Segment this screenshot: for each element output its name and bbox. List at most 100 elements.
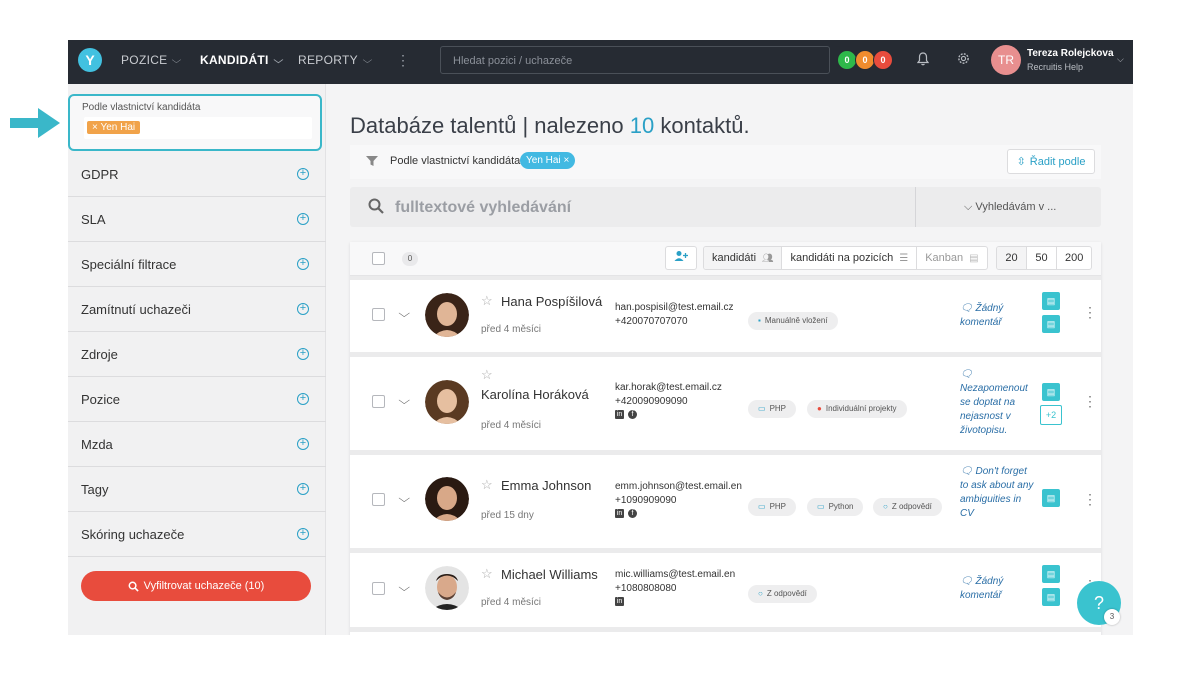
tab-kanban[interactable]: Kanban ▤ (917, 247, 986, 269)
document-icon[interactable]: ▤ (1042, 383, 1060, 401)
chevron-down-icon[interactable]: ⌵ (1117, 54, 1124, 65)
candidate-tag[interactable]: ▪ Manuálně vložení (748, 312, 838, 330)
candidate-phone[interactable]: +420090909090 (615, 396, 688, 407)
tab-candidates[interactable]: kandidáti 👥︎ (704, 247, 783, 269)
star-icon[interactable]: ☆ (481, 293, 493, 309)
filter-sources[interactable]: Zdroje + (68, 332, 326, 377)
plus-circle-icon[interactable]: + (297, 348, 309, 360)
document-icon[interactable]: ▤ (1042, 292, 1060, 310)
logo-icon[interactable]: Y (78, 48, 102, 72)
candidate-tag[interactable]: ○ Z odpovědí (873, 498, 942, 516)
status-badge-red[interactable]: 0 (873, 50, 893, 70)
filter-sla[interactable]: SLA + (68, 197, 326, 242)
candidate-tag[interactable]: ▭ PHP (748, 400, 797, 418)
candidate-tag[interactable]: ▭ Python (807, 498, 864, 516)
table-row[interactable]: ⌵ ☆ Karolína Horáková před 4 měsíci kar.… (350, 357, 1101, 450)
star-icon[interactable]: ☆ (481, 477, 493, 493)
filter-salary[interactable]: Mzda + (68, 422, 326, 467)
candidate-comment[interactable]: 🗨︎ Žádný komentář (960, 302, 1035, 330)
status-badge-green[interactable]: 0 (837, 50, 857, 70)
plus-circle-icon[interactable]: + (297, 393, 309, 405)
candidate-name[interactable]: Emma Johnson (501, 478, 591, 493)
user-name[interactable]: Tereza Rolejckova (1027, 48, 1114, 59)
status-badge-orange[interactable]: 0 (855, 50, 875, 70)
filter-scoring[interactable]: Skóring uchazeče + (68, 512, 326, 557)
nav-pozice[interactable]: POZICE ⌵ (121, 53, 182, 67)
plus-circle-icon[interactable]: + (297, 483, 309, 495)
document-icon[interactable]: ▤ (1042, 588, 1060, 606)
candidate-email[interactable]: emm.johnson@test.email.en (615, 481, 742, 492)
candidate-name[interactable]: Michael Williams (501, 567, 598, 582)
facebook-icon[interactable]: f (628, 410, 637, 419)
table-row[interactable]: ⌵ ☆ Hana Pospíšilová před 4 měsíci han.p… (350, 280, 1101, 352)
add-candidate-button[interactable] (665, 246, 697, 270)
global-search-input[interactable]: Hledat pozici / uchazeče (440, 46, 830, 74)
linkedin-icon[interactable]: in (615, 597, 624, 606)
candidate-photo[interactable] (425, 293, 469, 337)
filter-rejected[interactable]: Zamítnutí uchazeči + (68, 287, 326, 332)
sort-button[interactable]: ⇳ Řadit podle (1007, 149, 1095, 174)
candidate-photo[interactable] (425, 380, 469, 424)
linkedin-icon[interactable]: in (615, 410, 624, 419)
avatar[interactable]: TR (991, 45, 1021, 75)
active-filter-tag[interactable]: Yen Hai × (520, 152, 576, 169)
document-icon[interactable]: ▤ (1042, 565, 1060, 583)
candidate-phone[interactable]: +1090909090 (615, 495, 676, 506)
more-vertical-icon[interactable]: ⋮ (1083, 304, 1097, 321)
table-row[interactable]: ⌵ ☆ Michael Williams před 4 měsíci mic.w… (350, 553, 1101, 627)
candidate-photo[interactable] (425, 566, 469, 610)
candidate-email[interactable]: mic.williams@test.email.en (615, 569, 735, 580)
chevron-down-icon[interactable]: ⌵ (398, 582, 410, 595)
fulltext-search-input[interactable]: fulltextové vyhledávání (395, 199, 571, 217)
candidate-tag[interactable]: ● Individuální projekty (807, 400, 907, 418)
chevron-down-icon[interactable]: ⌵ (398, 395, 410, 408)
more-vertical-icon[interactable]: ⋮ (1083, 491, 1097, 508)
filter-positions[interactable]: Pozice + (68, 377, 326, 422)
close-icon[interactable]: × (563, 155, 569, 166)
filter-tags[interactable]: Tagy + (68, 467, 326, 512)
nav-kandidati[interactable]: KANDIDÁTI ⌵ (200, 53, 283, 67)
plus-circle-icon[interactable]: + (297, 168, 309, 180)
candidate-tag[interactable]: ▭ PHP (748, 498, 797, 516)
plus-circle-icon[interactable]: + (297, 438, 309, 450)
candidate-phone[interactable]: +1080808080 (615, 583, 676, 594)
page-size-50[interactable]: 50 (1027, 247, 1057, 269)
filter-special[interactable]: Speciální filtrace + (68, 242, 326, 287)
linkedin-icon[interactable]: in (615, 509, 624, 518)
chevron-down-icon[interactable]: ⌵ (398, 308, 410, 321)
candidate-email[interactable]: han.pospisil@test.email.cz (615, 302, 734, 313)
filter-gdpr[interactable]: GDPR + (68, 152, 326, 197)
candidate-name[interactable]: Karolína Horáková (481, 387, 589, 402)
document-icon[interactable]: ▤ (1042, 489, 1060, 507)
star-icon[interactable]: ☆ (481, 367, 493, 383)
owner-filter-input[interactable]: × Yen Hai (84, 117, 312, 139)
more-vertical-icon[interactable]: ⋮ (1083, 393, 1097, 410)
plus-circle-icon[interactable]: + (297, 213, 309, 225)
page-size-20[interactable]: 20 (997, 247, 1027, 269)
candidate-comment[interactable]: 🗨︎ Nezapomenout se doptat na nejasnost v … (960, 368, 1035, 438)
fulltext-search[interactable]: fulltextové vyhledávání ⌵ Vyhledávám v .… (350, 187, 1101, 227)
table-row[interactable]: ⌵ ☆ Emma Johnson před 15 dny emm.johnson… (350, 455, 1101, 548)
row-checkbox[interactable] (372, 308, 385, 321)
row-checkbox[interactable] (372, 395, 385, 408)
row-checkbox[interactable] (372, 582, 385, 595)
tab-candidates-on-positions[interactable]: kandidáti na pozicích ☰ (782, 247, 918, 269)
candidate-tag[interactable]: ○ Z odpovědí (748, 585, 817, 603)
plus-circle-icon[interactable]: + (297, 258, 309, 270)
candidate-photo[interactable] (425, 477, 469, 521)
candidate-comment[interactable]: 🗨︎ Don't forget to ask about any ambigui… (960, 465, 1035, 521)
star-icon[interactable]: ☆ (481, 566, 493, 582)
more-documents-button[interactable]: +2 (1040, 405, 1062, 425)
filter-candidates-button[interactable]: Vyfiltrovat uchazeče (10) (81, 571, 311, 601)
plus-circle-icon[interactable]: + (297, 303, 309, 315)
candidate-name[interactable]: Hana Pospíšilová (501, 294, 602, 309)
chevron-down-icon[interactable]: ⌵ (398, 493, 410, 506)
bell-icon[interactable] (917, 52, 929, 66)
plus-circle-icon[interactable]: + (297, 528, 309, 540)
owner-tag[interactable]: × Yen Hai (87, 121, 141, 134)
gear-icon[interactable] (957, 52, 970, 65)
select-all-checkbox[interactable] (372, 252, 385, 265)
row-checkbox[interactable] (372, 493, 385, 506)
candidate-email[interactable]: kar.horak@test.email.cz (615, 382, 722, 393)
nav-reporty[interactable]: REPORTY ⌵ (298, 53, 372, 67)
